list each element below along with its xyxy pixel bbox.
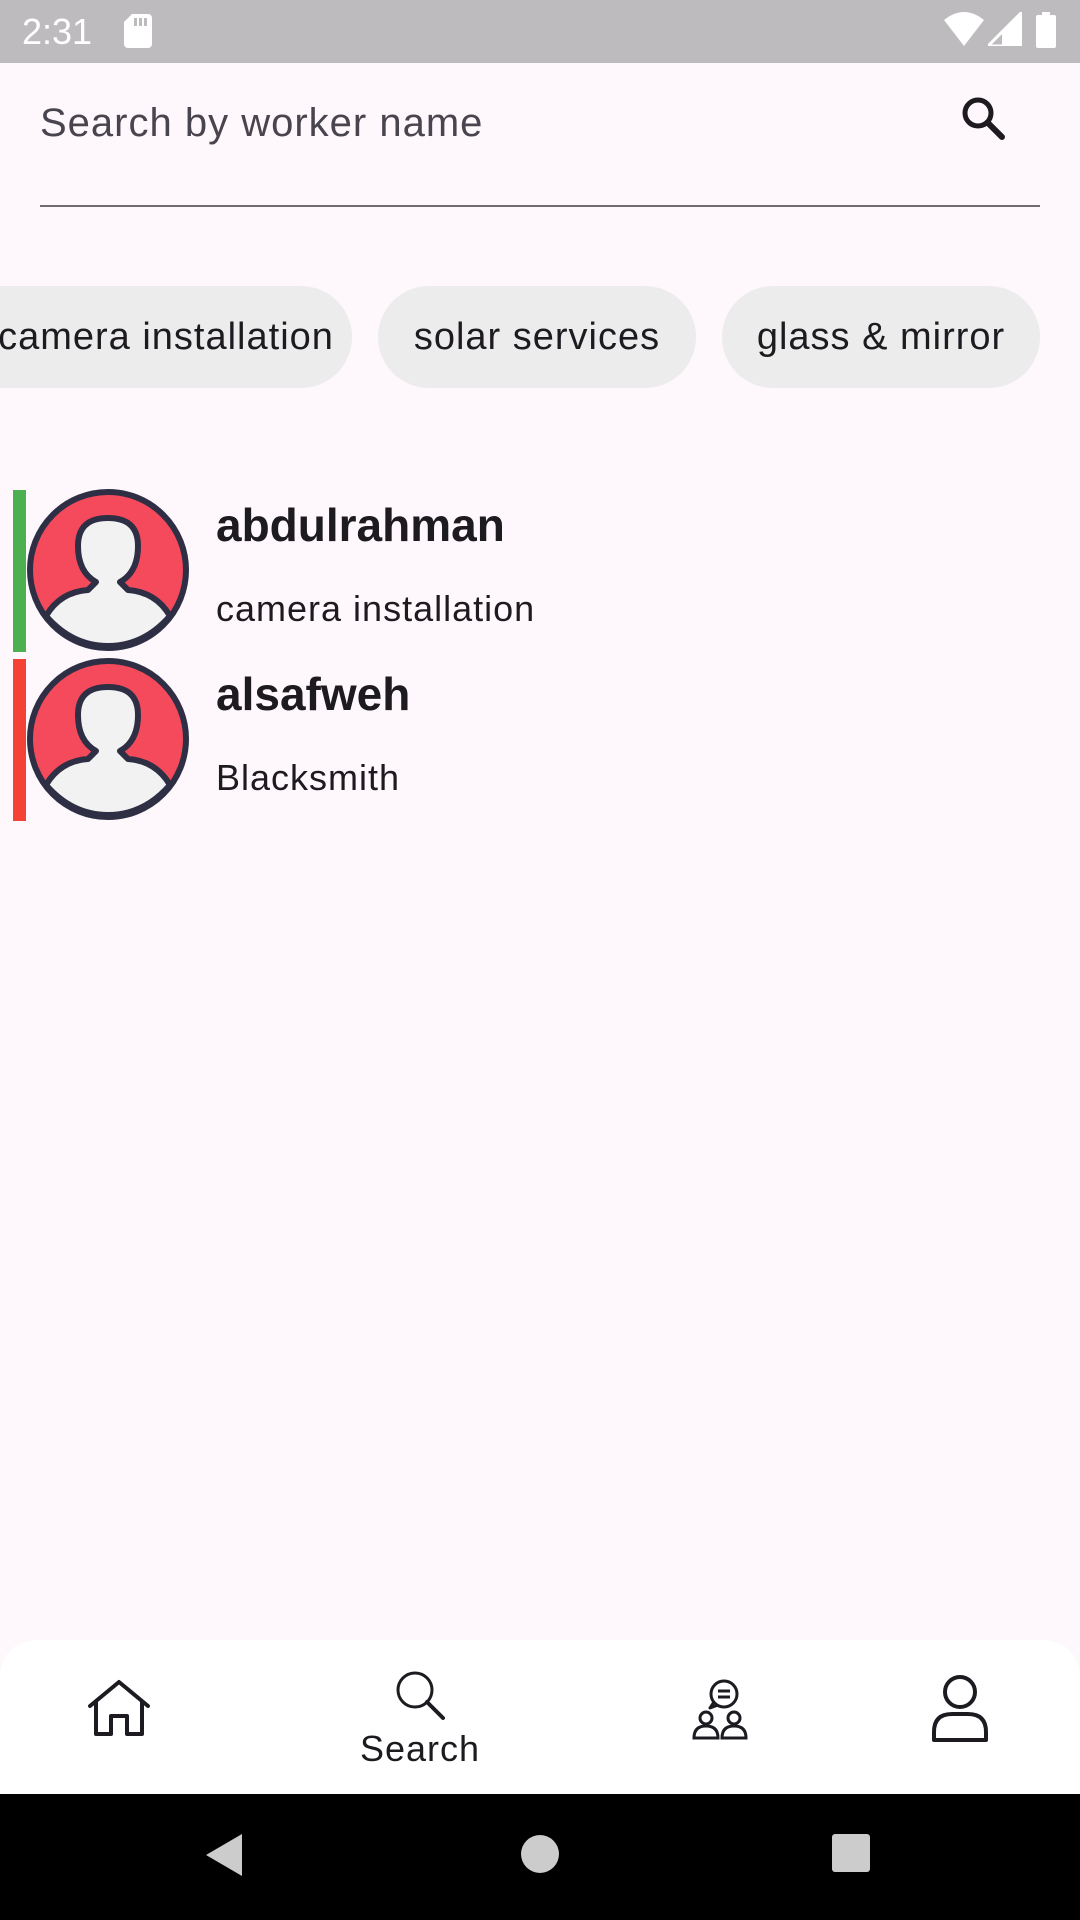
signal-icon: [984, 8, 1024, 51]
back-icon: [206, 1834, 242, 1876]
online-status-indicator: [13, 490, 26, 652]
category-chip-camera-installation[interactable]: camera installation: [0, 286, 352, 388]
sd-card-icon: [124, 14, 152, 53]
nav-profile-button[interactable]: [900, 1640, 1020, 1794]
bottom-navigation: Search: [0, 1640, 1080, 1794]
category-chip-glass-mirror[interactable]: glass & mirror: [722, 286, 1040, 388]
search-underline: [40, 205, 1040, 207]
nav-search-label: Search: [359, 1728, 481, 1769]
worker-job: Blacksmith: [216, 757, 401, 798]
category-chip-solar-services[interactable]: solar services: [378, 286, 696, 388]
worker-name: abdulrahman: [216, 499, 505, 551]
chip-label: camera installation: [0, 315, 334, 358]
chip-label: solar services: [413, 315, 661, 358]
user-avatar-icon: [27, 489, 189, 651]
worker-job: camera installation: [216, 588, 536, 629]
home-circle-icon: [521, 1835, 559, 1873]
profile-icon: [932, 1675, 988, 1742]
category-chips: camera installation solar services glass…: [0, 286, 1080, 388]
nav-chat-button[interactable]: [660, 1640, 780, 1794]
search-bar: [40, 63, 1040, 209]
status-bar: 2:31: [0, 0, 1080, 63]
recents-icon: [832, 1834, 870, 1872]
back-button[interactable]: [204, 1832, 244, 1883]
user-avatar-icon: [27, 658, 189, 820]
wifi-icon: [944, 12, 984, 51]
search-icon: [962, 97, 1005, 140]
home-icon: [88, 1680, 150, 1736]
search-icon: [396, 1671, 445, 1720]
status-time: 2:31: [22, 11, 93, 52]
offline-status-indicator: [13, 659, 26, 821]
worker-list-item[interactable]: abdulrahman camera installation: [0, 488, 1080, 652]
home-system-button[interactable]: [518, 1832, 562, 1881]
system-navigation-bar: [0, 1794, 1080, 1920]
nav-home-button[interactable]: [60, 1640, 180, 1794]
battery-icon: [1036, 12, 1056, 53]
chip-label: glass & mirror: [756, 315, 1006, 358]
chat-group-icon: [692, 1679, 748, 1740]
worker-name: alsafweh: [216, 668, 411, 720]
search-input[interactable]: [40, 93, 920, 153]
nav-search-button[interactable]: Search: [330, 1640, 510, 1794]
recents-button[interactable]: [830, 1832, 872, 1879]
search-button[interactable]: [948, 83, 1018, 153]
worker-list-item[interactable]: alsafweh Blacksmith: [0, 657, 1080, 821]
